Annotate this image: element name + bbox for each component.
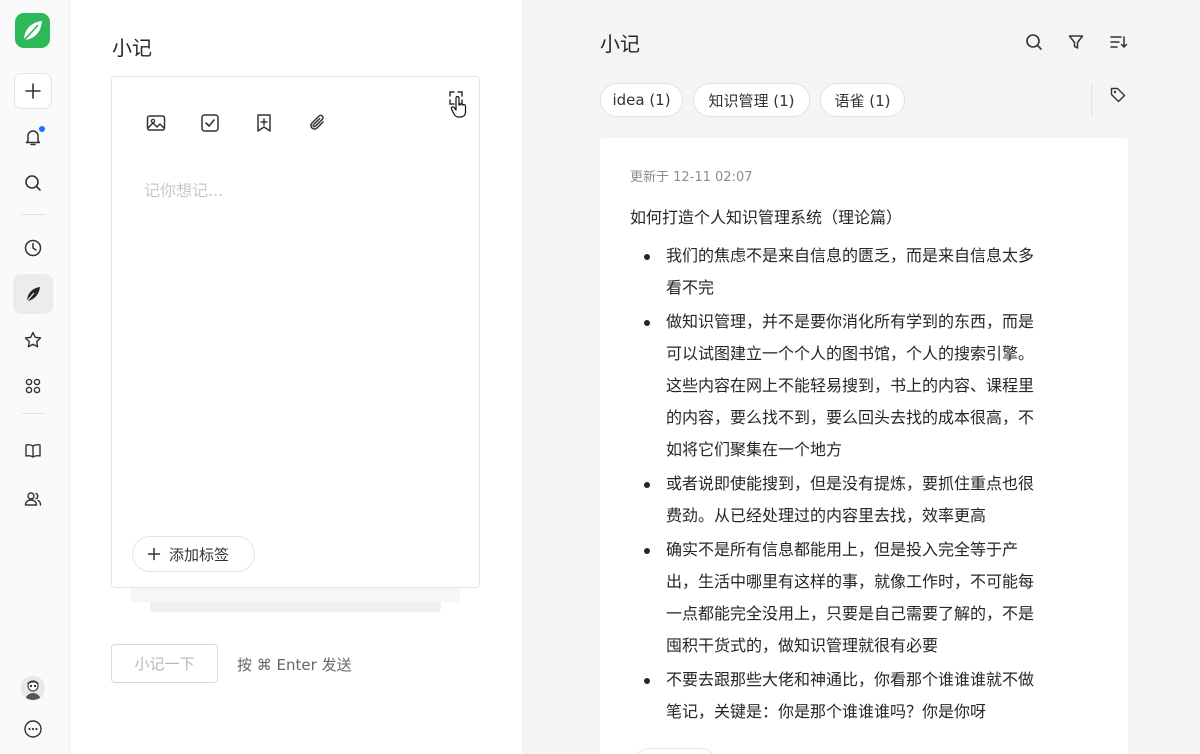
add-tag-label: 添加标签 — [169, 545, 230, 564]
rail-divider — [22, 214, 46, 215]
more-icon — [24, 720, 42, 738]
note-line: 看不完 — [666, 278, 715, 297]
notification-dot — [39, 126, 45, 132]
note-bullet-item: 做知识管理，并不是要你消化所有学到的东西，而是 可以试图建立一个个人的图书馆，个人… — [636, 306, 1096, 466]
send-button[interactable]: 小记一下 — [111, 644, 218, 683]
notifications-button[interactable] — [13, 117, 53, 157]
note-line: 确实不是所有信息都能用上，但是投入完全等于产 — [666, 540, 1019, 559]
apps-button[interactable] — [13, 366, 53, 406]
bookmark-plus-icon — [257, 114, 271, 132]
clock-icon — [24, 239, 42, 257]
search-icon — [25, 175, 41, 191]
note-input-placeholder[interactable]: 记你想记... — [144, 177, 223, 201]
note-line: 不要去跟那些大佬和神通比，你看那个谁谁谁就不做 — [666, 670, 1035, 689]
insert-checklist-button[interactable] — [198, 111, 222, 135]
note-line: 的内容，要么找不到，要么回头去找的成本很高，不 — [666, 408, 1035, 427]
note-line: 费劲。从已经处理过的内容里去找，效率更高 — [666, 506, 987, 525]
avatar[interactable] — [21, 676, 45, 700]
checkbox-icon — [201, 114, 219, 132]
note-line: 出，生活中哪里有这样的事，就像工作时，不可能每 — [666, 572, 1035, 591]
bullet-dot — [644, 548, 650, 554]
editor-title: 小记 — [112, 36, 152, 60]
tags-divider — [1091, 84, 1092, 116]
insert-image-button[interactable] — [144, 111, 168, 135]
attach-file-button[interactable] — [306, 111, 330, 135]
note-bullet-item: 或者说即使能搜到，但是没有提炼，要抓住重点也很 费劲。从已经处理过的内容里去找，效… — [636, 468, 1096, 532]
note-line: 如将它们聚集在一个地方 — [666, 440, 843, 459]
sort-button[interactable] — [1106, 30, 1130, 54]
note-bullet-item: 我们的焦虑不是来自信息的匮乏，而是来自信息太多 看不完 — [636, 240, 1096, 304]
note-line: 笔记，关键是：你是那个谁谁谁吗？你是你呀 — [666, 702, 987, 721]
image-icon — [146, 115, 166, 131]
note-editor[interactable]: 记你想记... 添加标签 — [111, 76, 480, 588]
feather-icon — [26, 287, 40, 302]
bullet-dot — [644, 678, 650, 684]
bullet-dot — [644, 482, 650, 488]
list-title: 小记 — [600, 32, 640, 56]
logo-icon[interactable] — [15, 13, 50, 48]
recent-button[interactable] — [13, 228, 53, 268]
note-bullet-item: 确实不是所有信息都能用上，但是投入完全等于产 出，生活中哪里有这样的事，就像工作时… — [636, 534, 1096, 662]
note-bullet-list: 我们的焦虑不是来自信息的匮乏，而是来自信息太多 看不完 做知识管理，并不是要你消化所… — [636, 240, 1096, 730]
note-line: 或者说即使能搜到，但是没有提炼，要抓住重点也很 — [666, 474, 1035, 493]
note-line: 可以试图建立一个个人的图书馆，个人的搜索引擎。 — [666, 344, 1035, 363]
note-updated-time: 更新于 12-11 02:07 — [630, 170, 753, 185]
note-line: 这些内容在网上不能轻易搜到，书上的内容、课程里 — [666, 376, 1035, 395]
search-icon — [1026, 34, 1042, 50]
hand-cursor-icon — [450, 95, 467, 118]
search-notes-button[interactable] — [1022, 30, 1046, 54]
note-line: 一点都能完全没用上，只要是自己需要了解的，不是 — [666, 604, 1035, 623]
rail-divider — [22, 413, 46, 414]
note-line: 囤积干货式的，做知识管理就很有必要 — [666, 636, 939, 655]
sort-icon — [1110, 36, 1128, 48]
filter-icon — [1068, 35, 1084, 49]
search-button[interactable] — [13, 163, 53, 203]
note-title: 如何打造个人知识管理系统（理论篇） — [630, 208, 903, 227]
send-shortcut-hint: 按 ⌘ Enter 发送 — [237, 656, 352, 674]
paperclip-icon — [310, 114, 324, 130]
insert-bookmark-button[interactable] — [252, 111, 276, 135]
more-button[interactable] — [13, 709, 53, 749]
add-tag-button[interactable]: 添加标签 — [132, 536, 255, 572]
new-button[interactable] — [14, 73, 52, 109]
filter-button[interactable] — [1064, 30, 1088, 54]
tag-chip[interactable]: idea (1) — [600, 83, 683, 117]
tag-icon — [1110, 87, 1126, 103]
note-line: 我们的焦虑不是来自信息的匮乏，而是来自信息太多 — [666, 246, 1035, 265]
notes-button[interactable] — [13, 274, 53, 314]
bullet-dot — [644, 254, 650, 260]
note-tag-chip[interactable] — [634, 748, 716, 754]
note-bullet-item: 不要去跟那些大佬和神通比，你看那个谁谁谁就不做 笔记，关键是：你是那个谁谁谁吗？你… — [636, 664, 1096, 728]
tag-chip[interactable]: 语雀 (1) — [820, 83, 905, 117]
editor-pane: 小记 记你想记... 添加标签 小记一下 按 ⌘ Enter 发送 — [71, 0, 521, 754]
plus-icon — [147, 547, 161, 561]
note-line: 做知识管理，并不是要你消化所有学到的东西，而是 — [666, 312, 1035, 331]
note-card[interactable]: 更新于 12-11 02:07 如何打造个人知识管理系统（理论篇） 我们的焦虑不… — [600, 138, 1128, 754]
plus-icon — [25, 83, 41, 99]
users-icon — [24, 492, 42, 506]
star-icon — [24, 331, 42, 348]
favorites-button[interactable] — [13, 320, 53, 360]
library-button[interactable] — [13, 431, 53, 471]
apps-icon — [25, 378, 41, 394]
bullet-dot — [644, 320, 650, 326]
left-rail — [0, 0, 70, 754]
team-button[interactable] — [13, 479, 53, 519]
tag-chip[interactable]: 知识管理 (1) — [693, 83, 810, 117]
manage-tags-button[interactable] — [1106, 83, 1130, 107]
notes-list-pane: 小记 idea (1) 知识管理 (1) 语雀 (1) 更新于 12-11 02… — [522, 0, 1200, 754]
book-icon — [25, 444, 41, 458]
